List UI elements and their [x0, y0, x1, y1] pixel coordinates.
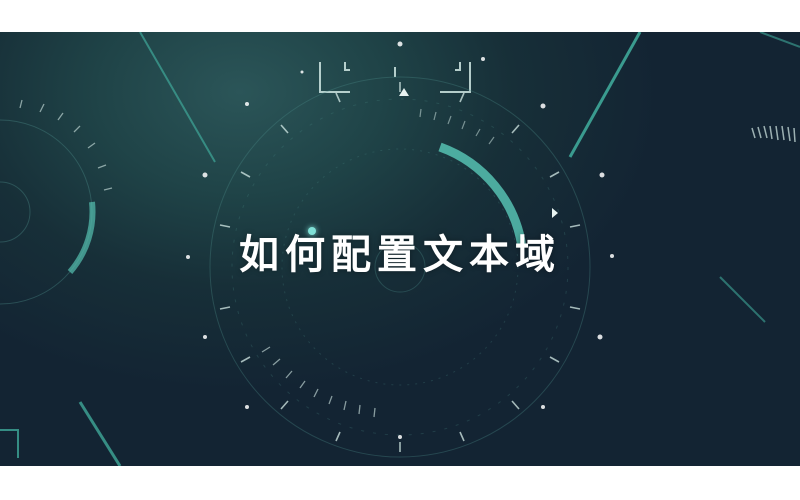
video-title: 如何配置文本域 [239, 232, 561, 278]
beam-line [568, 32, 642, 158]
triangle-marker-icon [552, 208, 558, 218]
bracket-frame [0, 429, 19, 458]
beam-line [78, 401, 122, 466]
beam-line [759, 32, 800, 48]
glow-dot-icon [308, 227, 316, 235]
beam-line [719, 276, 766, 323]
beam-line [139, 32, 216, 163]
hud-tick-cluster [751, 125, 796, 143]
video-frame: 如何配置文本域 [0, 32, 800, 466]
